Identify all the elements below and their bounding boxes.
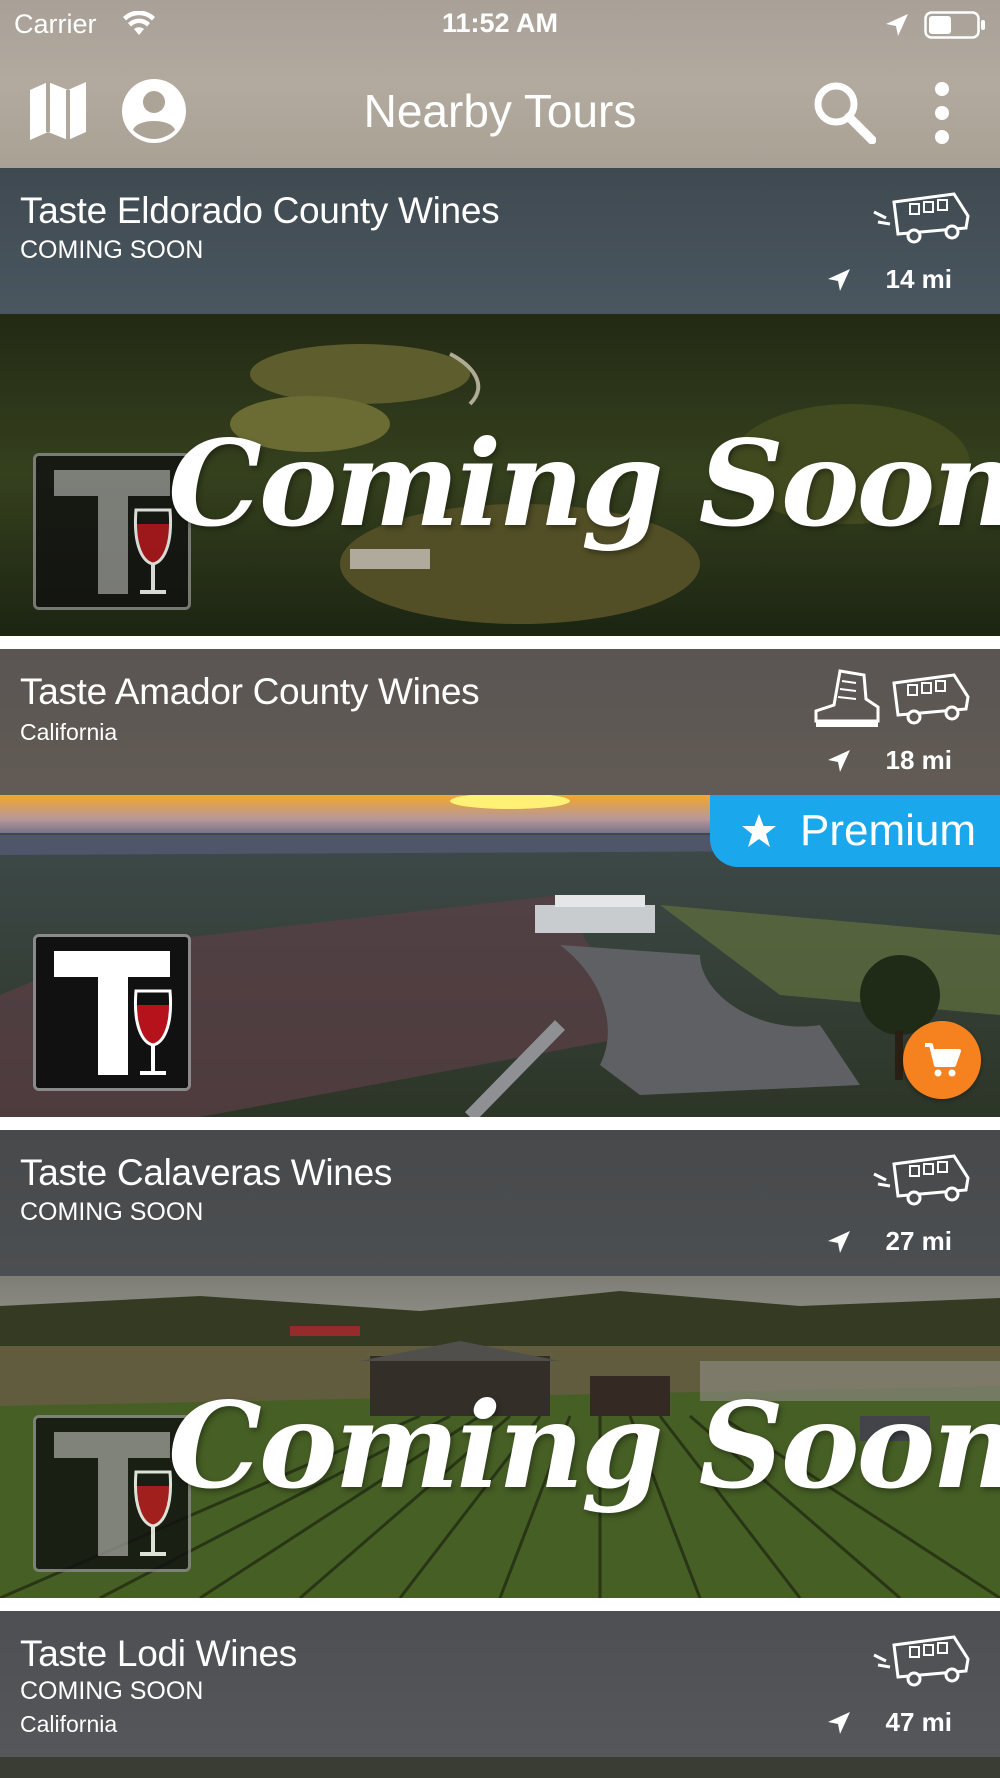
tour-status: COMING SOON xyxy=(20,236,204,264)
vehicle-icon xyxy=(873,192,970,244)
location-arrow-icon xyxy=(827,749,850,772)
cart-button[interactable] xyxy=(903,1021,981,1099)
tour-image xyxy=(0,1757,1000,1778)
coming-soon-overlay: Coming Soon! xyxy=(168,414,1000,553)
tour-header: Taste Lodi Wines COMING SOON California xyxy=(0,1611,1000,1757)
tastour-logo xyxy=(33,934,191,1091)
nav-bar: Nearby Tours xyxy=(0,58,1000,168)
hiking-boot-icon xyxy=(814,669,880,727)
tour-name: Taste Calaveras Wines xyxy=(20,1152,393,1193)
vehicle-icon xyxy=(892,673,970,725)
tour-region: California xyxy=(20,719,118,745)
page-title: Nearby Tours xyxy=(363,85,637,137)
tour-name: Taste Lodi Wines xyxy=(20,1633,297,1674)
tour-distance: 14 mi xyxy=(826,264,953,295)
tour-image: Coming Soon! xyxy=(0,1276,1000,1598)
star-icon xyxy=(742,814,776,847)
vehicle-icon xyxy=(873,1154,970,1206)
tour-status: COMING SOON xyxy=(20,1677,204,1705)
premium-label: Premium xyxy=(800,806,977,855)
tour-header: Taste Eldorado County Wines COMING SOON xyxy=(0,168,1000,314)
distance-value: 47 mi xyxy=(885,1707,953,1737)
tour-distance: 18 mi xyxy=(826,745,953,776)
transport-icons xyxy=(870,186,974,248)
vehicle-icon xyxy=(873,1635,970,1687)
status-time: 11:52 AM xyxy=(441,8,559,38)
tour-name: Taste Eldorado County Wines xyxy=(20,190,500,231)
location-arrow-icon xyxy=(827,268,850,291)
distance-value: 18 mi xyxy=(885,745,953,775)
tour-card[interactable]: Taste Lodi Wines COMING SOON California xyxy=(0,1611,1000,1778)
search-icon[interactable] xyxy=(812,80,876,144)
tour-card[interactable]: Taste Calaveras Wines COMING SOON 27 mi … xyxy=(0,1130,1000,1598)
tour-header: Taste Amador County Wines California 18 … xyxy=(0,649,1000,795)
transport-icons xyxy=(812,667,974,729)
tour-distance: 47 mi xyxy=(826,1707,953,1738)
transport-icons xyxy=(870,1148,974,1210)
distance-value: 27 mi xyxy=(885,1226,953,1256)
tour-card[interactable]: Taste Eldorado County Wines COMING SOON xyxy=(0,168,1000,636)
tour-header: Taste Calaveras Wines COMING SOON 27 mi xyxy=(0,1130,1000,1276)
tour-image: Coming Soon! xyxy=(0,314,1000,636)
tour-status: COMING SOON xyxy=(20,1198,204,1226)
premium-badge: Premium xyxy=(710,795,1000,867)
tour-name: Taste Amador County Wines xyxy=(20,671,480,712)
tour-card[interactable]: Taste Amador County Wines California 18 … xyxy=(0,649,1000,1117)
top-bar: Carrier 11:52 AM Nearby Tours xyxy=(0,0,1000,168)
tour-image: Premium xyxy=(0,795,1000,1117)
location-arrow-icon xyxy=(827,1230,850,1253)
app-screen: Carrier 11:52 AM Nearby Tours Taste Eldo… xyxy=(0,0,1000,1778)
more-vert-icon[interactable] xyxy=(926,80,958,146)
distance-value: 14 mi xyxy=(885,264,953,294)
shopping-cart-icon xyxy=(925,1043,961,1077)
coming-soon-overlay: Coming Soon! xyxy=(168,1376,1000,1515)
map-icon[interactable] xyxy=(28,80,88,142)
tour-distance: 27 mi xyxy=(826,1226,953,1257)
battery-icon xyxy=(924,11,985,39)
transport-icons xyxy=(870,1629,974,1691)
status-bar: Carrier 11:52 AM xyxy=(0,0,1000,50)
tour-region: California xyxy=(20,1711,118,1737)
location-arrow-icon xyxy=(886,14,908,36)
location-arrow-icon xyxy=(827,1711,850,1734)
account-icon[interactable] xyxy=(121,78,187,144)
